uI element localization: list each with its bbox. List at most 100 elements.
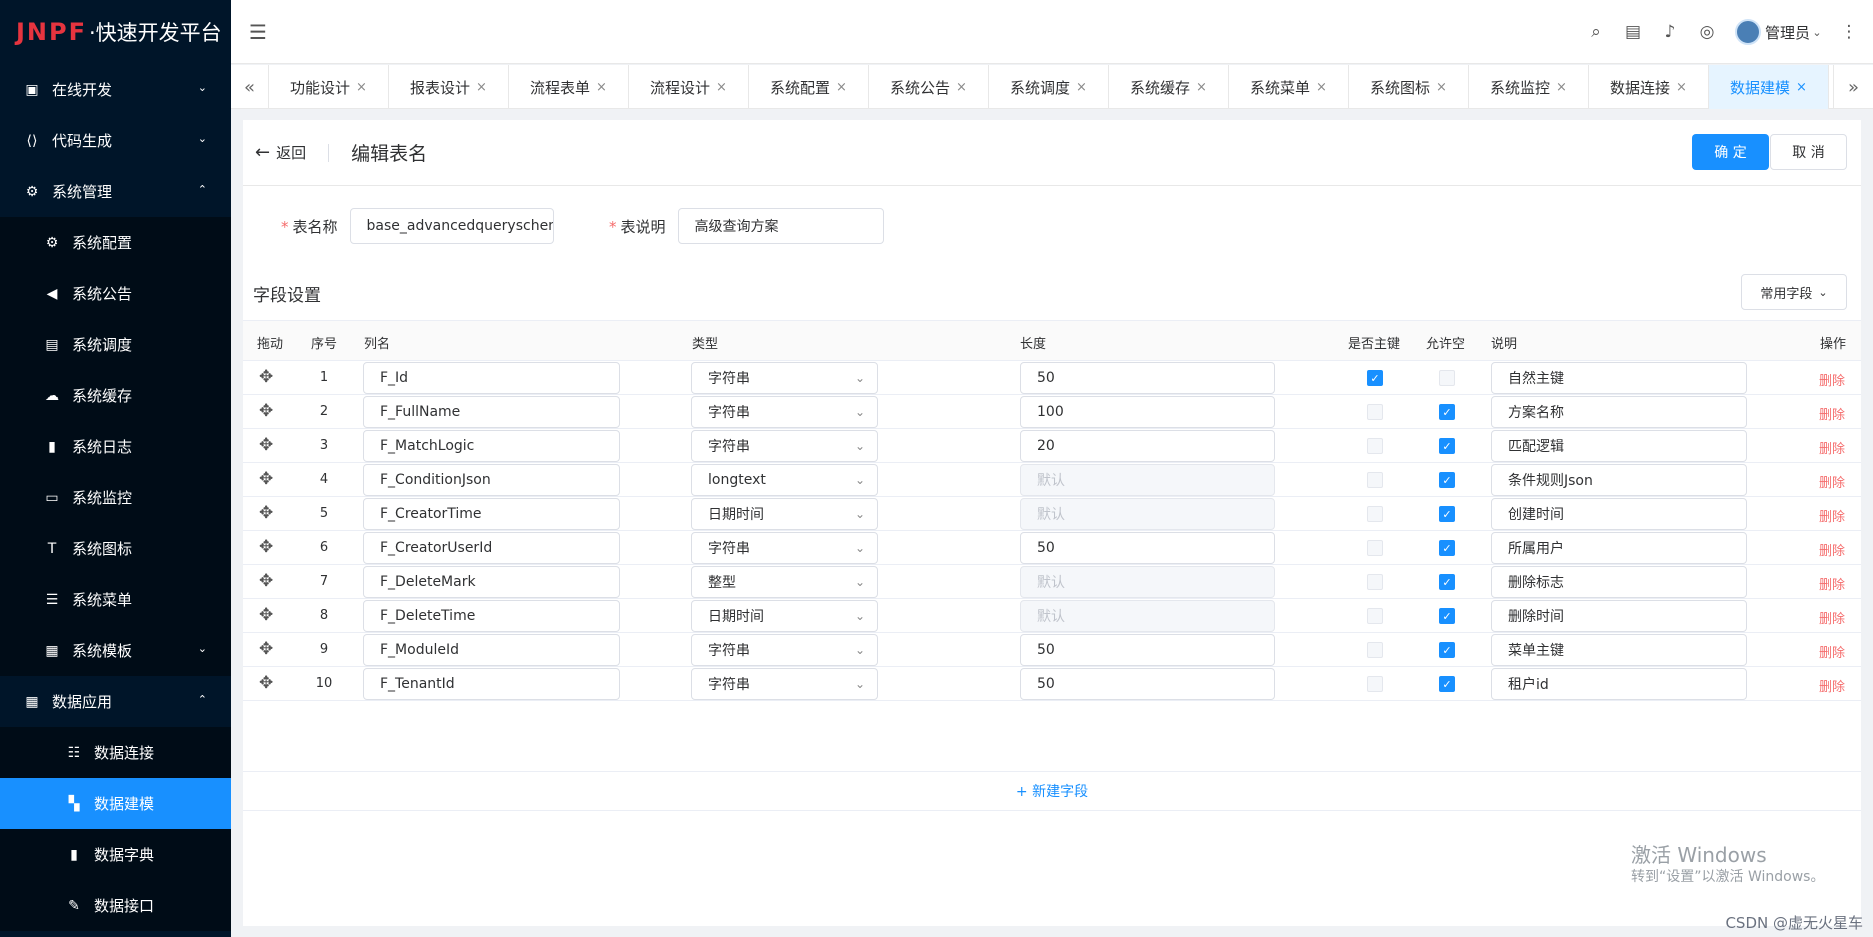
delete-link[interactable]: 删除 [1819,438,1845,457]
primary-key-checkbox[interactable] [1367,438,1383,454]
close-icon[interactable]: × [356,80,367,95]
column-name-input[interactable]: F_ModuleId [363,634,620,666]
message-icon[interactable]: ▤ [1623,22,1643,42]
avatar[interactable] [1734,19,1761,45]
length-input[interactable]: 100 [1020,396,1275,428]
primary-key-checkbox[interactable]: ✓ [1367,370,1383,386]
description-input[interactable]: 匹配逻辑 [1491,430,1747,462]
column-name-input[interactable]: F_FullName [363,396,620,428]
delete-link[interactable]: 删除 [1819,472,1845,491]
drag-handle-icon[interactable]: ✥ [259,469,273,489]
nullable-checkbox[interactable]: ✓ [1439,404,1455,420]
primary-key-checkbox[interactable] [1367,608,1383,624]
close-icon[interactable]: × [1316,80,1327,95]
sidebar-item-2[interactable]: ⟨⟩ 代码生成 ⌄ [0,115,231,166]
close-icon[interactable]: × [1436,80,1447,95]
drag-handle-icon[interactable]: ✥ [259,605,273,625]
search-icon[interactable]: ⌕ [1586,22,1606,42]
close-icon[interactable]: × [716,80,727,95]
sidebar-item-8[interactable]: ▮ 系统日志 [0,421,231,472]
sidebar-item-10[interactable]: T 系统图标 [0,523,231,574]
description-input[interactable]: 删除时间 [1491,600,1747,632]
primary-key-checkbox[interactable] [1367,574,1383,590]
sidebar-item-12[interactable]: ▦ 系统模板 ⌄ [0,625,231,676]
column-name-input[interactable]: F_DeleteTime [363,600,620,632]
description-input[interactable]: 所属用户 [1491,532,1747,564]
primary-key-checkbox[interactable] [1367,676,1383,692]
sidebar-item-5[interactable]: ◀ 系统公告 [0,268,231,319]
cancel-button[interactable]: 取 消 [1770,134,1847,170]
tab-11[interactable]: 系统监控 × [1469,65,1589,109]
drag-handle-icon[interactable]: ✥ [259,673,273,693]
nullable-checkbox[interactable]: ✓ [1439,540,1455,556]
table-name-input[interactable]: base_advancedqueryschem [349,208,554,244]
type-select[interactable]: 字符串 ⌄ [691,634,878,666]
nullable-checkbox[interactable] [1439,370,1455,386]
bell-icon[interactable]: ♪ [1660,22,1680,42]
primary-key-checkbox[interactable] [1367,506,1383,522]
tab-1[interactable]: 功能设计 × [269,65,389,109]
delete-link[interactable]: 删除 [1819,404,1845,423]
type-select[interactable]: 日期时间 ⌄ [691,600,878,632]
nullable-checkbox[interactable]: ✓ [1439,574,1455,590]
type-select[interactable]: 字符串 ⌄ [691,430,878,462]
type-select[interactable]: longtext ⌄ [691,464,878,496]
drag-handle-icon[interactable]: ✥ [259,435,273,455]
sidebar-item-17[interactable]: ✎ 数据接口 [0,880,231,931]
length-input[interactable]: 50 [1020,362,1275,394]
tab-13[interactable]: 数据建模 × [1709,65,1829,109]
drag-handle-icon[interactable]: ✥ [259,367,273,387]
description-input[interactable]: 方案名称 [1491,396,1747,428]
close-icon[interactable]: × [1196,80,1207,95]
column-name-input[interactable]: F_CreatorUserId [363,532,620,564]
primary-key-checkbox[interactable] [1367,472,1383,488]
close-icon[interactable]: × [1796,80,1807,95]
tab-12[interactable]: 数据连接 × [1589,65,1709,109]
close-icon[interactable]: × [1076,80,1087,95]
add-field-button[interactable]: + 新建字段 [243,771,1861,811]
description-input[interactable]: 条件规则Json [1491,464,1747,496]
sidebar-item-6[interactable]: ▤ 系统调度 [0,319,231,370]
type-select[interactable]: 日期时间 ⌄ [691,498,878,530]
nullable-checkbox[interactable]: ✓ [1439,676,1455,692]
tab-8[interactable]: 系统缓存 × [1109,65,1229,109]
common-fields-button[interactable]: 常用字段 ⌄ [1741,274,1847,310]
column-name-input[interactable]: F_Id [363,362,620,394]
close-icon[interactable]: × [836,80,847,95]
description-input[interactable]: 删除标志 [1491,566,1747,598]
description-input[interactable]: 自然主键 [1491,362,1747,394]
delete-link[interactable]: 删除 [1819,676,1845,695]
tab-7[interactable]: 系统调度 × [989,65,1109,109]
description-input[interactable]: 菜单主键 [1491,634,1747,666]
column-name-input[interactable]: F_MatchLogic [363,430,620,462]
sidebar-item-1[interactable]: ▣ 在线开发 ⌄ [0,64,231,115]
sidebar-item-9[interactable]: ▭ 系统监控 [0,472,231,523]
delete-link[interactable]: 删除 [1819,574,1845,593]
close-icon[interactable]: × [1676,80,1687,95]
close-icon[interactable]: × [596,80,607,95]
delete-link[interactable]: 删除 [1819,642,1845,661]
close-icon[interactable]: × [1556,80,1567,95]
table-desc-input[interactable]: 高级查询方案 [677,208,884,244]
globe-icon[interactable]: ◎ [1697,22,1717,42]
tab-5[interactable]: 系统配置 × [749,65,869,109]
drag-handle-icon[interactable]: ✥ [259,571,273,591]
column-name-input[interactable]: F_DeleteMark [363,566,620,598]
type-select[interactable]: 字符串 ⌄ [691,668,878,700]
more-icon[interactable]: ⋮ [1839,22,1859,42]
sidebar-item-15[interactable]: ▚ 数据建模 [0,778,231,829]
tab-3[interactable]: 流程表单 × [509,65,629,109]
nullable-checkbox[interactable]: ✓ [1439,472,1455,488]
nullable-checkbox[interactable]: ✓ [1439,608,1455,624]
sidebar-item-13[interactable]: ▦ 数据应用 ⌃ [0,676,231,727]
drag-handle-icon[interactable]: ✥ [259,537,273,557]
tab-6[interactable]: 系统公告 × [869,65,989,109]
description-input[interactable]: 创建时间 [1491,498,1747,530]
type-select[interactable]: 字符串 ⌄ [691,362,878,394]
column-name-input[interactable]: F_TenantId [363,668,620,700]
sidebar-item-3[interactable]: ⚙ 系统管理 ⌃ [0,166,231,217]
back-button[interactable]: ← 返回 [255,142,306,163]
sidebar-item-11[interactable]: ☰ 系统菜单 [0,574,231,625]
delete-link[interactable]: 删除 [1819,608,1845,627]
sidebar-item-7[interactable]: ☁ 系统缓存 [0,370,231,421]
